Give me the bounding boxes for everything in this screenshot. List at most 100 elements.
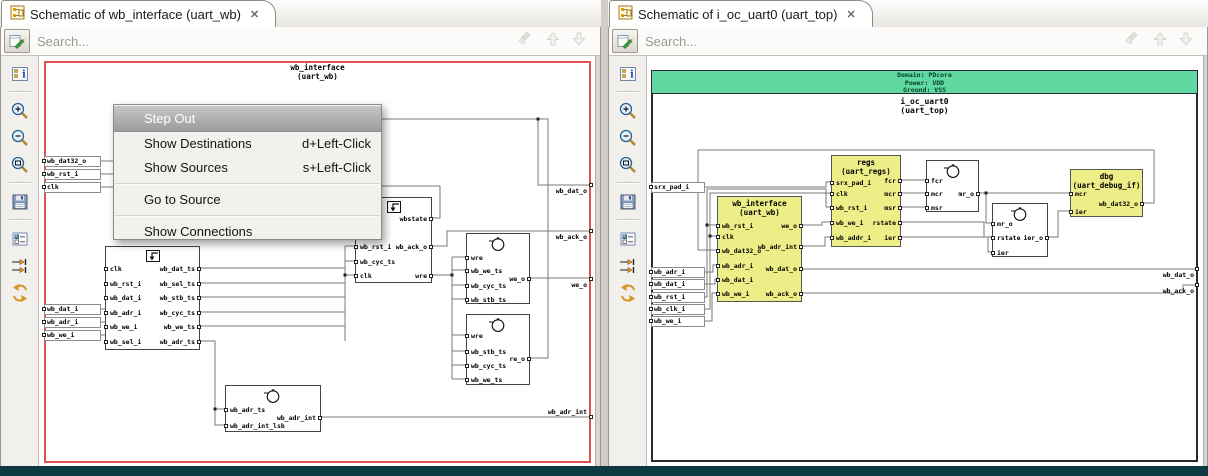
menu-item-show-connections[interactable]: Show Connections [114, 220, 381, 244]
search-input[interactable] [33, 33, 518, 49]
boundary-input-pin[interactable] [649, 295, 653, 299]
arrow-down-icon[interactable] [1179, 31, 1193, 52]
boundary-input-label: wb_dat32_o [44, 156, 101, 167]
boundary-output-pin[interactable] [1195, 283, 1199, 287]
application-window: Schematic of wb_interface (uart_wb) ✕ i [0, 0, 1208, 476]
port-label: wb_we_i [722, 290, 750, 298]
boundary-input-pin[interactable] [649, 282, 653, 286]
tab-schematic-wb-interface[interactable]: Schematic of wb_interface (uart_wb) ✕ [1, 0, 277, 27]
menu-item-show-destinations[interactable]: Show Destinations d+Left-Click [114, 132, 381, 156]
boundary-input-pin[interactable] [649, 270, 653, 274]
block-re-gate[interactable]: wre wb_stb_ts wb_cyc_ts wb_we_ts re_o [465, 314, 531, 385]
boundary-input-pin[interactable] [42, 159, 46, 163]
svg-text:i: i [22, 69, 26, 80]
port-label: wb_stb_ts [471, 348, 507, 356]
tab-title: Schematic of i_oc_uart0 (uart_top) [638, 6, 838, 22]
clear-highlight-icon[interactable] [1125, 31, 1141, 52]
zoom-in-icon[interactable] [7, 98, 33, 123]
block-wb-interface-block[interactable]: wb_interface (uart_wb) wb_rst_i clk wb_dat32… [716, 196, 803, 302]
input-pin [991, 222, 995, 226]
boundary-input-label: wb_we_i [44, 330, 101, 341]
edit-search-button[interactable] [4, 29, 30, 53]
boundary-output-label: wb_ack_o [1162, 287, 1194, 295]
clear-highlight-icon[interactable] [518, 31, 534, 52]
zoom-out-icon[interactable] [615, 125, 641, 150]
port-label: wb_cyc_ts [360, 258, 396, 266]
menu-item-show-sources[interactable]: Show Sources s+Left-Click [114, 156, 381, 180]
schematic-canvas-wb-interface[interactable]: wb_interface (uart_wb) Step Out Show Des… [39, 56, 595, 466]
tab-schematic-i-oc-uart0[interactable]: Schematic of i_oc_uart0 (uart_top) ✕ [609, 0, 873, 27]
boundary-output-label: wb_dat_o [555, 187, 587, 195]
zoom-selection-icon[interactable] [615, 152, 641, 177]
block-adr-gate[interactable]: wb_adr_ts wb_adr_int_lsb wb_adr_int [224, 385, 322, 432]
menu-separator [115, 215, 380, 217]
block-dbg-block[interactable]: dbg (uart_debug_if) mcr ier wb_dat32_o [1069, 169, 1144, 217]
block-we-gate[interactable]: wre wb_we_ts wb_cyc_ts wb_stb_ts we_o [465, 233, 531, 304]
search-input[interactable] [641, 33, 1125, 49]
reload-icon[interactable] [7, 280, 33, 305]
block-regs-block[interactable]: regs (uart_regs) srx_pad_i clk wb_rst_i wb_we… [830, 155, 902, 247]
boundary-input-pin[interactable] [42, 320, 46, 324]
boundary-input-pin[interactable] [42, 172, 46, 176]
output-pin [898, 221, 902, 225]
boundary-input-label: clk [44, 182, 101, 193]
port-label: mr_o [997, 220, 1013, 228]
input-pin [716, 249, 720, 253]
input-pin [830, 206, 834, 210]
boundary-input-label: srx_pad_i [651, 182, 705, 193]
zoom-in-icon[interactable] [615, 98, 641, 123]
port-label: wb_ack_o [765, 290, 797, 298]
port-label: wb_rst_i [110, 280, 142, 288]
schematic-canvas-i-oc-uart0[interactable]: Domain: PDcore Power: VDD Ground: VSS i_… [647, 56, 1203, 466]
filter-options-icon[interactable] [615, 226, 641, 251]
trace-arrows-icon[interactable] [7, 253, 33, 278]
port-label: wb_stb_ts [471, 296, 507, 304]
block-mr-gate[interactable]: fcr mcr msr mr_o [925, 160, 980, 212]
filter-options-icon[interactable] [7, 226, 33, 251]
menu-item-step-out[interactable]: Step Out [114, 106, 381, 132]
boundary-input-pin[interactable] [649, 319, 653, 323]
block-reg-block[interactable]: clk wb_rst_i wb_dat_i wb_adr_i wb_we_i wb_sel… [104, 246, 201, 350]
boundary-output-label: wb_ack_o [555, 233, 587, 241]
boundary-input-label: wb_rst_i [651, 292, 705, 303]
boundary-output-pin[interactable] [589, 229, 593, 233]
boundary-input-pin[interactable] [42, 307, 46, 311]
search-nav-icons [518, 31, 586, 52]
block-ier-gate[interactable]: mr_o rstate ier ier_o [991, 203, 1049, 257]
properties-icon[interactable]: i [7, 61, 33, 86]
arrow-up-icon[interactable] [546, 31, 560, 52]
boundary-input-label: wb_dat_i [651, 279, 705, 290]
input-pin [1069, 192, 1073, 196]
zoom-selection-icon[interactable] [7, 152, 33, 177]
edit-search-button[interactable] [612, 29, 638, 53]
menu-item-go-to-source[interactable]: Go to Source [114, 188, 381, 212]
port-label: wb_addr_i [836, 234, 872, 242]
trace-arrows-icon[interactable] [615, 253, 641, 278]
port-label: wb_dat_i [722, 276, 754, 284]
left-search-row [1, 27, 600, 56]
boundary-input-pin[interactable] [42, 333, 46, 337]
port-label: wb_dat_ts [159, 265, 195, 273]
arrow-up-icon[interactable] [1153, 31, 1167, 52]
boundary-input-pin[interactable] [649, 185, 653, 189]
port-label: ier [997, 249, 1009, 257]
input-pin [465, 284, 469, 288]
save-icon[interactable] [615, 189, 641, 214]
zoom-out-icon[interactable] [7, 125, 33, 150]
boundary-output-pin[interactable] [589, 183, 593, 187]
boundary-input-pin[interactable] [649, 307, 653, 311]
close-icon[interactable]: ✕ [250, 8, 259, 21]
boundary-output-pin[interactable] [589, 415, 593, 419]
input-pin [104, 311, 108, 315]
properties-icon[interactable]: i [615, 61, 641, 86]
port-label: wre [415, 272, 427, 280]
arrow-down-icon[interactable] [572, 31, 586, 52]
boundary-input-pin[interactable] [42, 185, 46, 189]
boundary-output-pin[interactable] [1195, 267, 1199, 271]
port-label: mr_o [958, 190, 974, 198]
reload-icon[interactable] [615, 280, 641, 305]
boundary-output-pin[interactable] [589, 277, 593, 281]
save-icon[interactable] [7, 189, 33, 214]
right-search-row [609, 27, 1207, 56]
close-icon[interactable]: ✕ [846, 8, 855, 21]
